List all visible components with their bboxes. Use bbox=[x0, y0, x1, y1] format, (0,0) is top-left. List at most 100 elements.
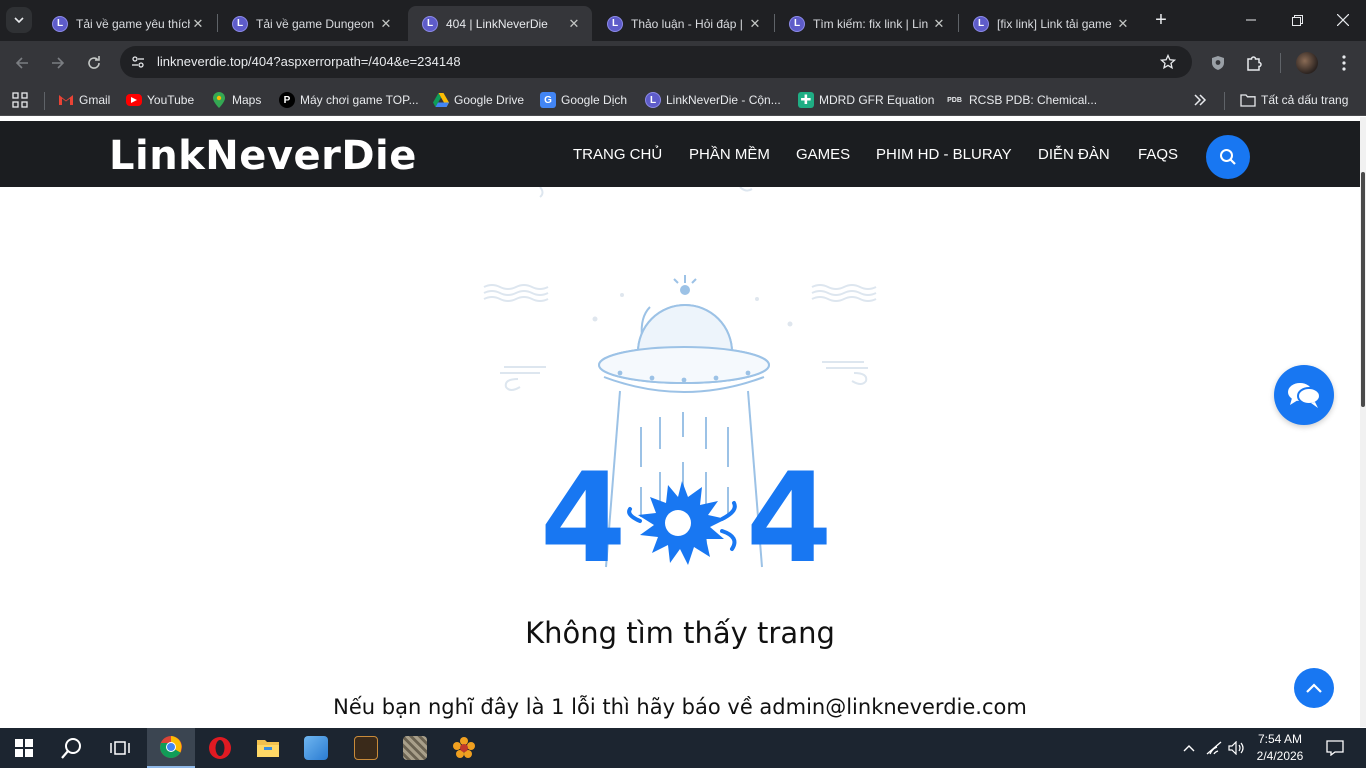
browser-tab[interactable]: L [fix link] Link tải game ✕ bbox=[959, 6, 1141, 41]
bookmark-divider bbox=[1224, 92, 1225, 110]
minimize-button[interactable] bbox=[1228, 0, 1274, 40]
browser-tab[interactable]: L Tìm kiếm: fix link | Lin ✕ bbox=[775, 6, 957, 41]
close-icon[interactable]: ✕ bbox=[747, 16, 763, 32]
browser-tab[interactable]: L Tải về game Dungeon ✕ bbox=[218, 6, 404, 41]
tray-overflow-button[interactable] bbox=[1178, 728, 1200, 768]
clock-time: 7:54 AM bbox=[1257, 732, 1303, 746]
tab-title: [fix link] Link tải game bbox=[997, 16, 1112, 31]
site-favicon-icon: L bbox=[422, 15, 438, 32]
search-icon bbox=[1220, 149, 1236, 165]
browser-toolbar: linkneverdie.top/404?aspxerrorpath=/404&… bbox=[0, 41, 1366, 84]
plus-icon: + bbox=[1155, 8, 1167, 31]
bookmark-youtube[interactable]: YouTube bbox=[126, 90, 194, 110]
network-button[interactable] bbox=[1202, 728, 1226, 768]
close-icon[interactable]: ✕ bbox=[378, 16, 394, 32]
tab-title: 404 | LinkNeverDie bbox=[446, 16, 548, 31]
notifications-button[interactable] bbox=[1320, 728, 1350, 768]
shield-extension-button[interactable] bbox=[1204, 49, 1232, 77]
more-bookmarks-button[interactable] bbox=[1193, 90, 1207, 110]
all-bookmarks-folder[interactable]: Tất cả dấu trang bbox=[1240, 90, 1348, 110]
tab-search-button[interactable] bbox=[6, 7, 32, 33]
error-code-digit: 4 bbox=[540, 447, 627, 591]
browser-tab[interactable]: L Tải về game yêu thích ✕ bbox=[38, 6, 216, 41]
bookmark-rcsb[interactable]: PDB RCSB PDB: Chemical... bbox=[945, 90, 1097, 110]
taskbar-app-map[interactable] bbox=[391, 728, 439, 768]
drive-icon bbox=[433, 92, 449, 108]
close-icon bbox=[1337, 14, 1349, 26]
bookmark-game[interactable]: P Máy chơi game TOP... bbox=[279, 90, 419, 110]
taskbar-chrome[interactable] bbox=[147, 728, 195, 768]
close-icon[interactable]: ✕ bbox=[190, 16, 206, 32]
extensions-button[interactable] bbox=[1240, 49, 1268, 77]
page-scrollbar[interactable] bbox=[1360, 117, 1366, 727]
bookmark-linkneverdie[interactable]: L LinkNeverDie - Cộn... bbox=[645, 90, 781, 110]
flower-app-icon bbox=[453, 737, 475, 758]
search-icon bbox=[61, 738, 81, 759]
chevron-up-icon bbox=[1183, 745, 1195, 752]
site-favicon-icon: L bbox=[232, 15, 248, 32]
pdb-icon: PDB bbox=[947, 96, 962, 104]
nav-faqs[interactable]: FAQS bbox=[1138, 146, 1178, 163]
reload-button[interactable] bbox=[80, 49, 108, 77]
bookmarks-bar: Gmail YouTube Maps P Máy chơi game TOP..… bbox=[0, 84, 1366, 116]
reload-icon bbox=[88, 56, 100, 69]
site-favicon-icon: L bbox=[789, 15, 805, 32]
site-logo[interactable]: LinkNeverDie bbox=[109, 133, 417, 179]
nav-phan-mem[interactable]: PHẦN MỀM bbox=[689, 146, 770, 163]
search-button[interactable] bbox=[48, 728, 96, 768]
bookmark-gmail[interactable]: Gmail bbox=[58, 90, 110, 110]
site-search-button[interactable] bbox=[1206, 135, 1250, 179]
bookmark-divider bbox=[44, 92, 45, 110]
lnd-icon: L bbox=[645, 92, 661, 108]
close-icon[interactable]: ✕ bbox=[566, 16, 582, 32]
taskbar-file-explorer[interactable] bbox=[244, 728, 292, 768]
forward-button[interactable] bbox=[44, 49, 72, 77]
task-view-button[interactable] bbox=[96, 728, 144, 768]
puzzle-icon bbox=[1247, 56, 1262, 71]
error-title: Không tìm thấy trang bbox=[525, 616, 835, 650]
back-button[interactable] bbox=[8, 49, 36, 77]
nav-trang-chu[interactable]: TRANG CHỦ bbox=[573, 146, 662, 163]
bookmark-star-icon[interactable] bbox=[1156, 50, 1180, 74]
browser-tab[interactable]: L Thảo luận - Hỏi đáp | ✕ bbox=[593, 6, 773, 41]
profile-button[interactable] bbox=[1293, 49, 1321, 77]
translate-icon: G bbox=[540, 92, 556, 108]
bookmark-drive[interactable]: Google Drive bbox=[433, 90, 524, 110]
clock-date: 2/4/2026 bbox=[1256, 749, 1304, 763]
chat-button[interactable] bbox=[1274, 365, 1334, 425]
browser-tab-active[interactable]: L 404 | LinkNeverDie ✕ bbox=[408, 6, 592, 41]
scroll-to-top-button[interactable] bbox=[1294, 668, 1334, 708]
volume-button[interactable] bbox=[1226, 728, 1248, 768]
nav-phim-hd[interactable]: PHIM HD - BLURAY bbox=[876, 146, 1012, 163]
plus-icon: ✚ bbox=[798, 92, 814, 108]
game-app-icon bbox=[354, 736, 378, 760]
close-window-button[interactable] bbox=[1320, 0, 1366, 40]
browser-menu-button[interactable] bbox=[1330, 49, 1358, 77]
close-icon[interactable]: ✕ bbox=[1115, 16, 1131, 32]
taskbar-app-control-panel[interactable] bbox=[292, 728, 340, 768]
bookmark-mdrd[interactable]: ✚ MDRD GFR Equation bbox=[798, 90, 934, 110]
new-tab-button[interactable]: + bbox=[1149, 8, 1173, 32]
start-button[interactable] bbox=[0, 728, 48, 768]
taskbar-opera[interactable] bbox=[196, 728, 244, 768]
restore-button[interactable] bbox=[1274, 0, 1320, 40]
taskbar-app-flower[interactable] bbox=[440, 728, 488, 768]
gmail-icon bbox=[58, 92, 74, 108]
site-favicon-icon: L bbox=[52, 15, 68, 32]
url-text: linkneverdie.top/404?aspxerrorpath=/404&… bbox=[157, 54, 461, 69]
scrollbar-thumb[interactable] bbox=[1361, 172, 1365, 407]
nav-games[interactable]: GAMES bbox=[796, 146, 850, 163]
shield-icon bbox=[1212, 56, 1224, 70]
bookmark-maps[interactable]: Maps bbox=[211, 90, 261, 110]
apps-button[interactable] bbox=[12, 90, 28, 110]
close-icon[interactable]: ✕ bbox=[931, 16, 947, 32]
taskbar-app-game[interactable] bbox=[342, 728, 390, 768]
address-bar[interactable]: linkneverdie.top/404?aspxerrorpath=/404&… bbox=[120, 46, 1192, 78]
site-info-icon[interactable] bbox=[126, 50, 150, 74]
bookmark-translate[interactable]: G Google Dịch bbox=[540, 90, 627, 110]
more-vertical-icon bbox=[1342, 55, 1346, 71]
page-viewport: LinkNeverDie TRANG CHỦ PHẦN MỀM GAMES PH… bbox=[0, 117, 1366, 727]
opera-icon bbox=[209, 737, 231, 759]
nav-dien-dan[interactable]: DIỄN ĐÀN bbox=[1038, 146, 1110, 163]
taskbar-clock[interactable]: 7:54 AM 2/4/2026 bbox=[1250, 731, 1310, 765]
